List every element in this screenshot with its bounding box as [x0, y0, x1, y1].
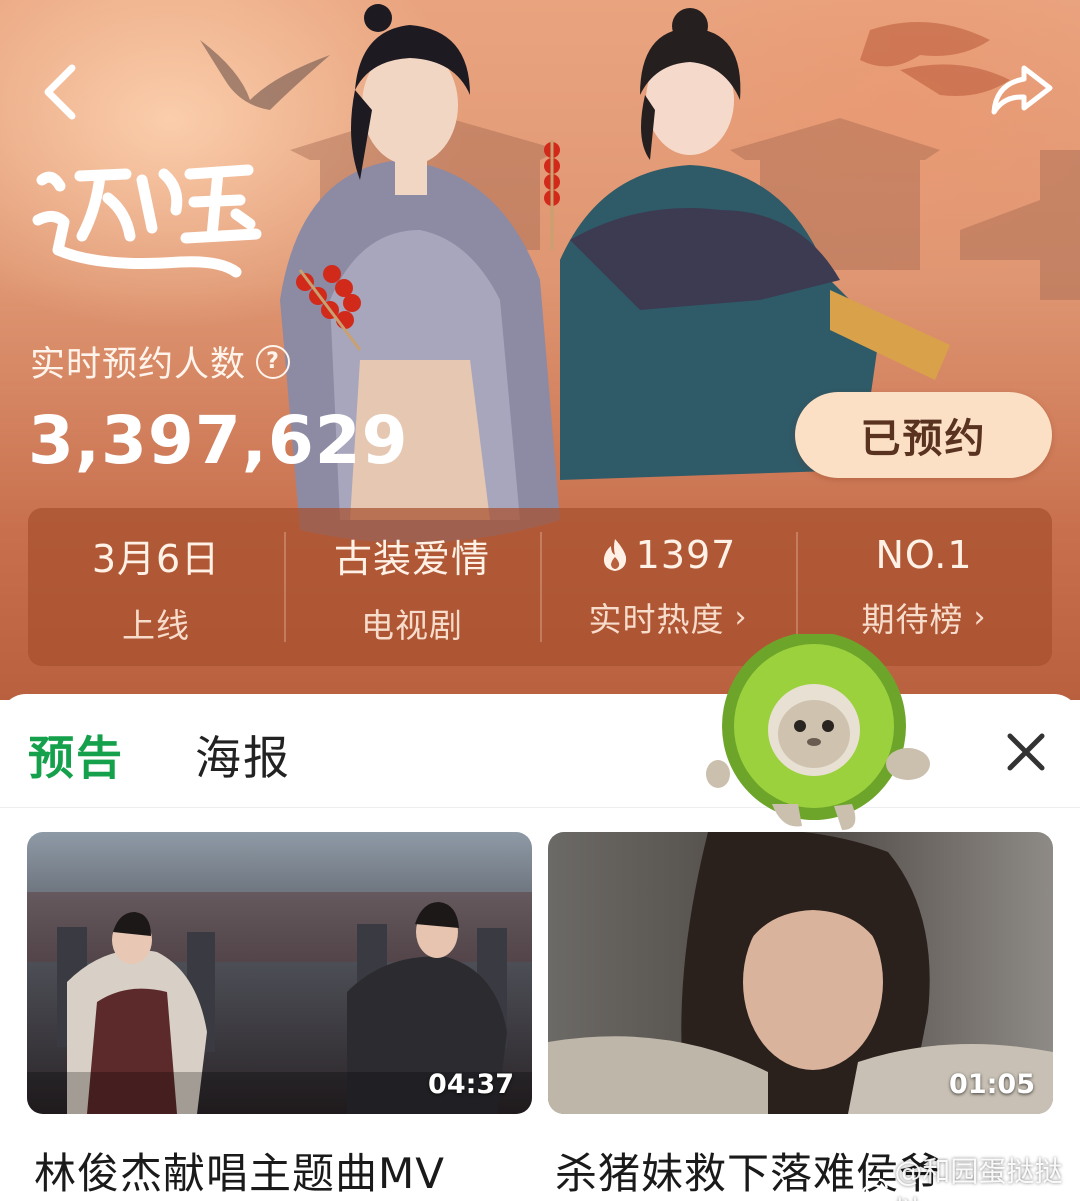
close-icon[interactable]	[1002, 728, 1050, 776]
stat-value: NO.1	[875, 533, 973, 577]
stat-value-row: 1397	[600, 533, 737, 577]
video-title[interactable]: 林俊杰献唱主题曲MV	[34, 1140, 445, 1201]
video-duration: 04:37	[428, 1069, 514, 1100]
video-card-clip[interactable]: 01:05	[548, 832, 1053, 1114]
stat-label: 上线	[122, 605, 190, 645]
chevron-right-icon: ›	[973, 599, 987, 635]
back-button[interactable]	[36, 60, 86, 120]
tab-poster[interactable]: 海报	[195, 722, 291, 788]
share-icon[interactable]	[988, 62, 1054, 118]
stat-value: 3月6日	[91, 536, 221, 581]
chevron-right-icon: ›	[734, 599, 748, 635]
bird-icon	[200, 40, 330, 110]
hero-banner: 实时预约人数 ? 3,397,629 已预约 3月6日 上线 古装爱情 电视剧 …	[0, 0, 1080, 700]
video-card-mv[interactable]: 04:37	[27, 832, 532, 1114]
stat-release-date: 3月6日 上线	[28, 508, 284, 666]
reserved-button[interactable]: 已预约	[795, 392, 1052, 478]
question-circle-icon[interactable]: ?	[256, 344, 291, 379]
stat-genre: 古装爱情 电视剧	[284, 508, 540, 666]
kiwi-cat-sticker	[706, 634, 930, 830]
heat-value: 1397	[635, 533, 737, 577]
watermark-text: @和园蛋挞挞挞	[894, 1155, 1063, 1201]
flame-icon	[603, 539, 626, 571]
reservation-label-row: 实时预约人数 ?	[30, 336, 291, 387]
reservation-label: 实时预约人数	[30, 345, 247, 385]
watermark: @和园蛋挞挞挞	[860, 1150, 1080, 1201]
weibo-icon	[861, 1178, 888, 1201]
stat-value: 古装爱情	[333, 536, 490, 581]
tab-trailer[interactable]: 预告	[28, 722, 124, 788]
reservation-count: 3,397,629	[28, 402, 409, 479]
video-duration: 01:05	[949, 1069, 1035, 1100]
stat-label: 电视剧	[361, 605, 463, 645]
show-title-logo	[32, 164, 262, 278]
